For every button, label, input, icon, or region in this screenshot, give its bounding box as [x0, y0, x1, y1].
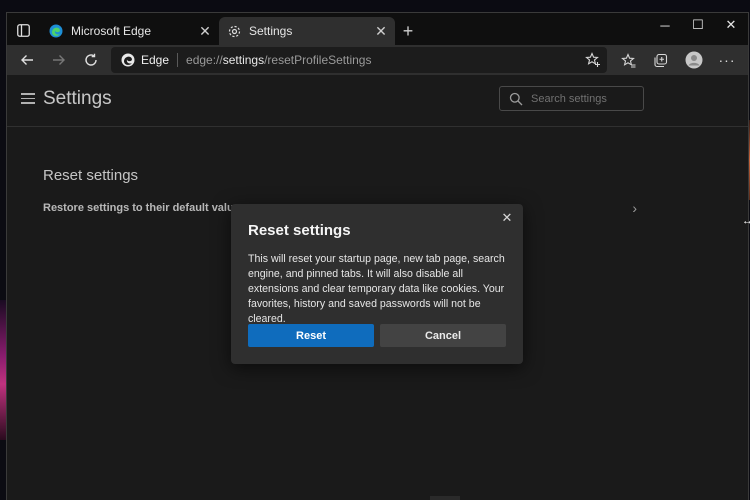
- tab-actions-icon: [16, 23, 30, 37]
- cancel-button[interactable]: Cancel: [380, 324, 506, 347]
- toolbar: Edge edge://settings/resetProfileSetting…: [7, 45, 748, 75]
- tab-strip: Microsoft Edge ✕ Settings ✕ + ─ ☐ ✕: [7, 13, 748, 45]
- ellipsis-icon: ···: [718, 52, 736, 68]
- address-separator: [177, 53, 179, 67]
- close-window-button[interactable]: ✕: [714, 13, 748, 37]
- favorites-star-icon: [620, 52, 635, 67]
- close-dialog-icon[interactable]: ✕: [499, 210, 515, 226]
- back-arrow-icon: [21, 55, 33, 65]
- maximize-button[interactable]: ☐: [681, 13, 715, 37]
- forward-button[interactable]: [47, 48, 71, 72]
- minimize-button[interactable]: ─: [648, 13, 682, 37]
- refresh-icon: [85, 53, 97, 66]
- tab-settings[interactable]: Settings ✕: [219, 17, 395, 45]
- taskbar-edge: [430, 496, 460, 500]
- collections-button[interactable]: [648, 48, 672, 72]
- collections-icon: [653, 53, 667, 67]
- favorites-button[interactable]: [616, 48, 640, 72]
- tab-label: Settings: [249, 24, 293, 38]
- profile-button[interactable]: [682, 48, 706, 72]
- gear-icon: [227, 24, 241, 38]
- avatar-icon: [685, 51, 703, 69]
- tab-microsoft-edge[interactable]: Microsoft Edge ✕: [41, 17, 219, 45]
- close-tab-icon[interactable]: ✕: [371, 21, 391, 41]
- url-text: edge://settings/resetProfileSettings: [186, 53, 372, 67]
- resize-cursor-icon: ↔: [742, 215, 750, 227]
- add-favorite-icon[interactable]: [585, 52, 601, 68]
- reset-settings-dialog: ✕ Reset settings This will reset your st…: [231, 204, 523, 364]
- dialog-message: This will reset your startup page, new t…: [248, 253, 505, 325]
- edge-icon: [121, 53, 135, 67]
- address-bar[interactable]: Edge edge://settings/resetProfileSetting…: [111, 47, 607, 73]
- more-options-button[interactable]: ···: [715, 48, 739, 72]
- tab-label: Microsoft Edge: [71, 24, 152, 38]
- dialog-title: Reset settings: [248, 222, 351, 239]
- refresh-button[interactable]: [79, 48, 103, 72]
- new-tab-button[interactable]: +: [398, 21, 418, 41]
- tab-actions-button[interactable]: [13, 20, 33, 40]
- back-button[interactable]: [15, 48, 39, 72]
- forward-arrow-icon: [53, 55, 65, 65]
- edge-icon: [49, 24, 63, 38]
- close-tab-icon[interactable]: ✕: [195, 21, 215, 41]
- reset-button[interactable]: Reset: [248, 324, 374, 347]
- site-label: Edge: [141, 53, 170, 67]
